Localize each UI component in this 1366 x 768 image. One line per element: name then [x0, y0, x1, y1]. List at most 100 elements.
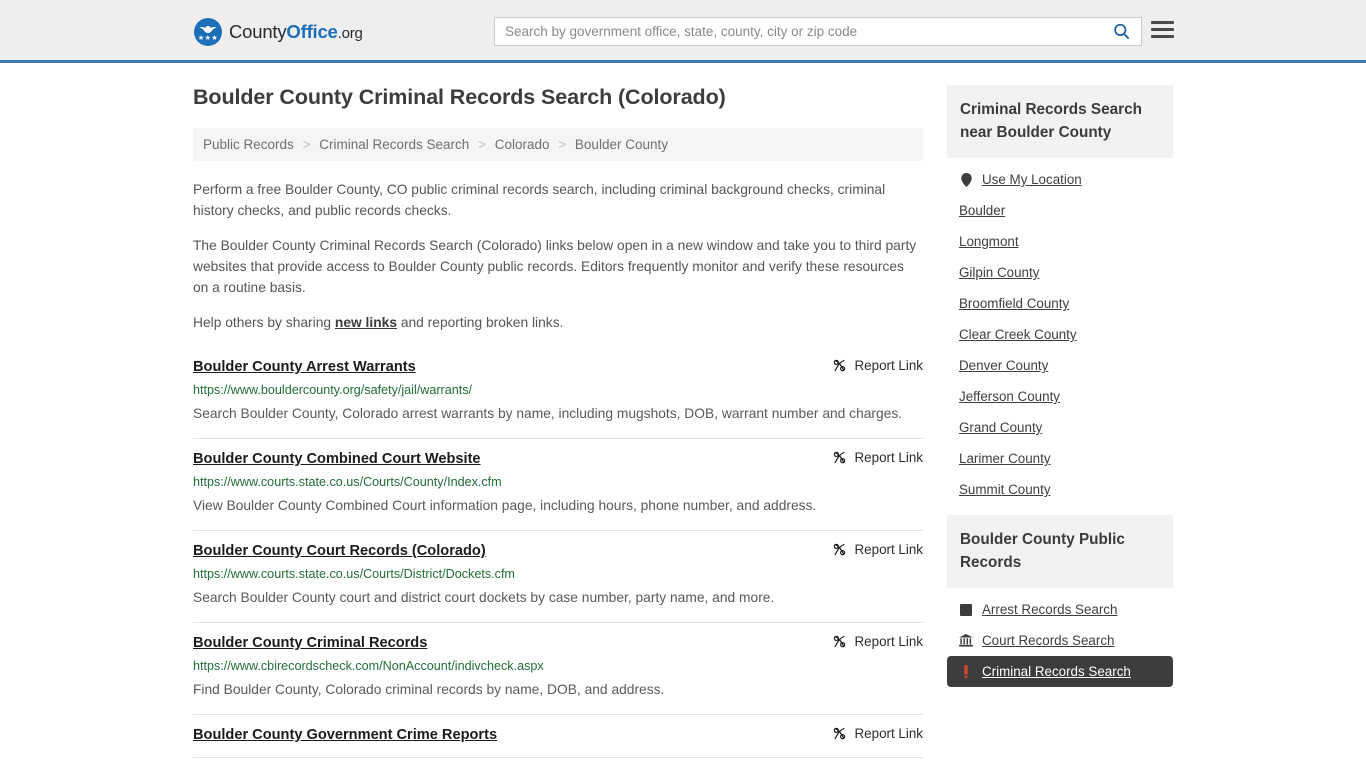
- result-item: Boulder County Combined Court Website Re…: [193, 439, 923, 531]
- sidebar-item-clear-creek-county[interactable]: Clear Creek County: [947, 319, 1173, 350]
- sidebar-link-label[interactable]: Boulder: [959, 203, 1005, 218]
- breadcrumb: Public Records > Criminal Records Search…: [193, 128, 923, 161]
- nearby-searches-heading: Criminal Records Search near Boulder Cou…: [947, 85, 1173, 158]
- result-title-link[interactable]: Boulder County Government Crime Reports: [193, 725, 497, 745]
- intro-paragraph-1: Perform a free Boulder County, CO public…: [193, 182, 886, 218]
- result-item: Boulder County Criminal Records Report L…: [193, 623, 923, 715]
- site-logo[interactable]: ★★★ CountyOffice.org: [194, 18, 363, 46]
- sidebar-link-label[interactable]: Longmont: [959, 234, 1019, 249]
- result-title-link[interactable]: Boulder County Court Records (Colorado): [193, 541, 486, 561]
- sidebar-link-label[interactable]: Summit County: [959, 482, 1051, 497]
- result-description: Search Boulder County court and district…: [193, 590, 775, 605]
- sidebar-link-label[interactable]: Grand County: [959, 420, 1042, 435]
- logo-stars: ★★★: [197, 35, 219, 42]
- result-url: https://www.courts.state.co.us/Courts/Di…: [193, 567, 515, 581]
- hamburger-bar: [1151, 21, 1174, 24]
- result-item: Boulder County Government Crime Reports …: [193, 715, 923, 758]
- intro-section: Perform a free Boulder County, CO public…: [193, 179, 923, 333]
- hamburger-menu-icon[interactable]: [1151, 21, 1174, 38]
- new-links-link[interactable]: new links: [335, 315, 397, 330]
- sidebar-link-label[interactable]: Criminal Records Search: [982, 664, 1131, 679]
- result-header: Boulder County Arrest Warrants Report Li…: [193, 357, 923, 377]
- sidebar-item-arrest-records-search[interactable]: Arrest Records Search: [947, 594, 1173, 625]
- result-header: Boulder County Court Records (Colorado) …: [193, 541, 923, 561]
- result-url: https://www.cbirecordscheck.com/NonAccou…: [193, 659, 544, 673]
- content-container: Boulder County Criminal Records Search (…: [193, 63, 1173, 758]
- sidebar-link-label[interactable]: Use My Location: [982, 172, 1082, 187]
- intro-text-after-link: and reporting broken links.: [397, 315, 564, 330]
- sidebar-link-label[interactable]: Larimer County: [959, 451, 1051, 466]
- breadcrumb-separator: >: [478, 137, 486, 152]
- report-link-label: Report Link: [854, 542, 923, 557]
- report-link-button[interactable]: Report Link: [832, 725, 923, 741]
- sidebar-item-longmont[interactable]: Longmont: [947, 226, 1173, 257]
- logo-text-office: Office: [286, 21, 338, 42]
- nearby-searches-list: Use My Location Boulder Longmont Gilpin …: [947, 158, 1173, 505]
- result-description: Search Boulder County, Colorado arrest w…: [193, 406, 903, 421]
- broken-link-icon: [833, 635, 845, 648]
- result-header: Boulder County Criminal Records Report L…: [193, 633, 923, 653]
- result-url: https://www.courts.state.co.us/Courts/Co…: [193, 475, 502, 489]
- report-link-button[interactable]: Report Link: [832, 633, 923, 649]
- result-item: Boulder County Arrest Warrants Report Li…: [193, 351, 923, 439]
- result-url: https://www.bouldercounty.org/safety/jai…: [193, 383, 473, 397]
- sidebar-link-label[interactable]: Clear Creek County: [959, 327, 1077, 342]
- fingerprint-glyph: [960, 603, 972, 616]
- report-link-button[interactable]: Report Link: [832, 357, 923, 373]
- result-description: Find Boulder County, Colorado criminal r…: [193, 682, 665, 697]
- sidebar-item-denver-county[interactable]: Denver County: [947, 350, 1173, 381]
- logo-text-county: County: [229, 21, 287, 42]
- sidebar-link-label[interactable]: Gilpin County: [959, 265, 1039, 280]
- breadcrumb-separator: >: [558, 137, 567, 152]
- broken-link-icon: [833, 727, 845, 740]
- sidebar-link-label[interactable]: Denver County: [959, 358, 1048, 373]
- logo-text-org: .org: [337, 25, 363, 42]
- search-box[interactable]: [494, 17, 1142, 46]
- sidebar-item-boulder[interactable]: Boulder: [947, 195, 1173, 226]
- sidebar-item-larimer-county[interactable]: Larimer County: [947, 443, 1173, 474]
- report-link-label: Report Link: [854, 358, 923, 373]
- results-list: Boulder County Arrest Warrants Report Li…: [193, 351, 923, 758]
- eagle-shield-logo-icon: ★★★: [194, 18, 222, 46]
- result-title-link[interactable]: Boulder County Arrest Warrants: [193, 357, 416, 377]
- broken-link-icon: [833, 451, 845, 464]
- breadcrumb-item-boulder-county[interactable]: Boulder County: [575, 137, 668, 152]
- sidebar-item-grand-county[interactable]: Grand County: [947, 412, 1173, 443]
- broken-link-icon: [833, 359, 845, 372]
- fingerprint-icon: [959, 603, 973, 617]
- sidebar-item-gilpin-county[interactable]: Gilpin County: [947, 257, 1173, 288]
- sidebar-item-summit-county[interactable]: Summit County: [947, 474, 1173, 505]
- intro-text-before-link: Help others by sharing: [193, 315, 335, 330]
- breadcrumb-separator: >: [302, 137, 311, 152]
- report-link-button[interactable]: Report Link: [832, 449, 923, 465]
- result-item: Boulder County Court Records (Colorado) …: [193, 531, 923, 623]
- sidebar: Criminal Records Search near Boulder Cou…: [947, 85, 1173, 758]
- report-link-label: Report Link: [854, 634, 923, 649]
- search-input[interactable]: [495, 18, 1101, 45]
- map-pin-glyph: [960, 172, 972, 187]
- sidebar-item-broomfield-county[interactable]: Broomfield County: [947, 288, 1173, 319]
- sidebar-link-label[interactable]: Broomfield County: [959, 296, 1069, 311]
- breadcrumb-item-colorado[interactable]: Colorado: [495, 137, 550, 152]
- result-description: View Boulder County Combined Court infor…: [193, 498, 817, 513]
- main-column: Boulder County Criminal Records Search (…: [193, 85, 923, 758]
- sidebar-item-court-records-search[interactable]: Court Records Search: [947, 625, 1173, 656]
- breadcrumb-item-public-records[interactable]: Public Records: [203, 137, 294, 152]
- result-header: Boulder County Combined Court Website Re…: [193, 449, 923, 469]
- sidebar-link-label[interactable]: Arrest Records Search: [982, 602, 1117, 617]
- result-title-link[interactable]: Boulder County Criminal Records: [193, 633, 427, 653]
- sidebar-item-criminal-records-search[interactable]: Criminal Records Search: [947, 656, 1173, 687]
- logo-wordmark: CountyOffice.org: [229, 21, 363, 43]
- search-button[interactable]: [1101, 18, 1141, 45]
- sidebar-item-jefferson-county[interactable]: Jefferson County: [947, 381, 1173, 412]
- nearby-searches-card: Criminal Records Search near Boulder Cou…: [947, 85, 1173, 505]
- sidebar-link-label[interactable]: Jefferson County: [959, 389, 1060, 404]
- courthouse-glyph: [959, 634, 973, 647]
- eagle-icon: [199, 26, 217, 33]
- breadcrumb-item-criminal-records-search[interactable]: Criminal Records Search: [319, 137, 469, 152]
- hamburger-bar: [1151, 28, 1174, 31]
- sidebar-item-use-my-location[interactable]: Use My Location: [947, 164, 1173, 195]
- sidebar-link-label[interactable]: Court Records Search: [982, 633, 1114, 648]
- report-link-button[interactable]: Report Link: [832, 541, 923, 557]
- result-title-link[interactable]: Boulder County Combined Court Website: [193, 449, 481, 469]
